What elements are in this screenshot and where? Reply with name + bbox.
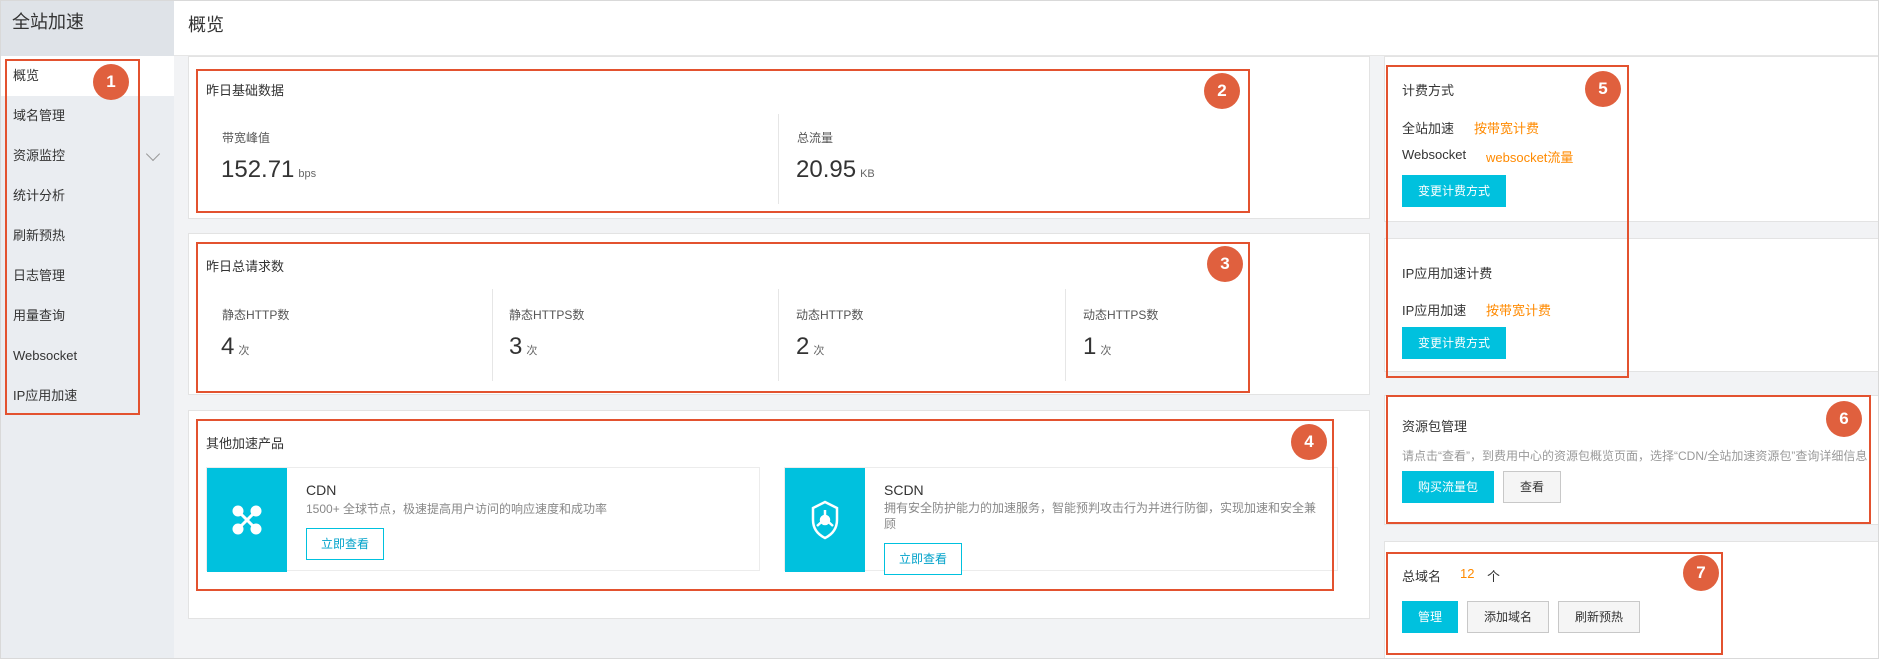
divider bbox=[1065, 289, 1066, 381]
total-traffic-value: 20.95 KB bbox=[796, 156, 875, 184]
annotation-badge-5: 5 bbox=[1585, 71, 1621, 107]
annotation-badge-2: 2 bbox=[1204, 73, 1240, 109]
static-http-unit: 次 bbox=[238, 345, 250, 357]
other-products-card: 其他加速产品 CDN 1500+ 全球节点，极速提高用户访问的响应速度和成功率 … bbox=[188, 410, 1370, 619]
billing-card: 计费方式 全站加速 按带宽计费 Websocket websocket流量 变更… bbox=[1384, 56, 1879, 222]
yesterday-basic-title: 昨日基础数据 bbox=[206, 83, 285, 98]
total-traffic-unit: KB bbox=[860, 168, 875, 180]
divider bbox=[778, 289, 779, 381]
annotation-badge-4: 4 bbox=[1291, 424, 1327, 460]
static-https-unit: 次 bbox=[526, 345, 538, 357]
annotation-badge-6: 6 bbox=[1826, 401, 1862, 437]
bandwidth-peak-unit: bps bbox=[298, 168, 317, 180]
scdn-view-button[interactable]: 立即查看 bbox=[884, 543, 963, 575]
static-http-number: 4 bbox=[221, 333, 235, 360]
ip-billing-card: IP应用加速计费 IP应用加速 按带宽计费 变更计费方式 bbox=[1384, 238, 1879, 372]
ip-billing-title: IP应用加速计费 bbox=[1402, 266, 1493, 281]
change-ip-billing-button[interactable]: 变更计费方式 bbox=[1402, 327, 1507, 359]
scdn-product-icon bbox=[785, 468, 865, 572]
static-http-value: 4次 bbox=[221, 333, 249, 361]
dynamic-https-label: 动态HTTPS数 bbox=[1083, 308, 1159, 322]
ip-billing-value: 按带宽计费 bbox=[1486, 303, 1552, 318]
resource-pack-hint: 请点击“查看”，到费用中心的资源包概览页面，选择“CDN/全站加速资源包”查询详… bbox=[1402, 449, 1868, 463]
product-scdn: SCDN 拥有安全防护能力的加速服务，智能预判攻击行为并进行防御，实现加速和安全… bbox=[784, 467, 1338, 575]
network-nodes-icon bbox=[232, 505, 262, 535]
divider bbox=[492, 289, 493, 381]
dynamic-http-unit: 次 bbox=[813, 345, 825, 357]
sidebar-item-refresh-preload[interactable]: 刷新预热 bbox=[0, 216, 174, 256]
sidebar-item-ip-acceleration[interactable]: IP应用加速 bbox=[0, 376, 174, 416]
annotation-badge-3: 3 bbox=[1207, 246, 1243, 282]
total-domains-label: 总域名 bbox=[1402, 569, 1442, 584]
resource-pack-card: 资源包管理 请点击“查看”，到费用中心的资源包概览页面，选择“CDN/全站加速资… bbox=[1384, 395, 1879, 525]
security-shield-icon bbox=[811, 500, 839, 540]
sidebar-item-statistics[interactable]: 统计分析 bbox=[0, 176, 174, 216]
bandwidth-peak-value: 152.71 bps bbox=[221, 156, 316, 184]
cdn-view-button[interactable]: 立即查看 bbox=[306, 528, 385, 560]
total-traffic-number: 20.95 bbox=[796, 156, 857, 183]
yesterday-requests-card: 昨日总请求数 静态HTTP数 4次 静态HTTPS数 3次 动态HTTP数 2次… bbox=[188, 233, 1370, 395]
sidebar-item-websocket[interactable]: Websocket bbox=[0, 336, 174, 376]
billing-value-websocket: websocket流量 bbox=[1486, 150, 1574, 165]
total-domains-unit: 个 bbox=[1487, 569, 1501, 584]
sidebar: 全站加速 概览 域名管理 资源监控 统计分析 刷新预热 日志管理 用量查询 We… bbox=[0, 0, 174, 659]
dynamic-https-number: 1 bbox=[1083, 333, 1097, 360]
sidebar-item-usage-query[interactable]: 用量查询 bbox=[0, 296, 174, 336]
static-https-label: 静态HTTPS数 bbox=[509, 308, 585, 322]
total-traffic-label: 总流量 bbox=[797, 131, 834, 145]
change-billing-button[interactable]: 变更计费方式 bbox=[1402, 175, 1507, 207]
yesterday-requests-title: 昨日总请求数 bbox=[206, 259, 285, 274]
divider bbox=[778, 114, 779, 204]
sidebar-title: 全站加速 bbox=[0, 0, 174, 56]
yesterday-basic-card: 昨日基础数据 带宽峰值 152.71 bps 总流量 20.95 KB bbox=[188, 56, 1370, 219]
buy-traffic-pack-button[interactable]: 购买流量包 bbox=[1402, 471, 1495, 503]
cdn-name: CDN bbox=[306, 482, 337, 498]
static-https-number: 3 bbox=[509, 333, 523, 360]
dynamic-https-unit: 次 bbox=[1100, 345, 1112, 357]
topbar: 概览 bbox=[174, 0, 1879, 56]
scdn-name: SCDN bbox=[884, 482, 924, 498]
view-resource-pack-button[interactable]: 查看 bbox=[1503, 471, 1562, 503]
billing-value-full-site: 按带宽计费 bbox=[1474, 121, 1540, 136]
add-domain-button[interactable]: 添加域名 bbox=[1467, 601, 1550, 633]
billing-label-full-site: 全站加速 bbox=[1402, 121, 1455, 136]
static-https-value: 3次 bbox=[509, 333, 537, 361]
annotation-badge-7: 7 bbox=[1683, 555, 1719, 591]
sidebar-item-log-management[interactable]: 日志管理 bbox=[0, 256, 174, 296]
product-cdn: CDN 1500+ 全球节点，极速提高用户访问的响应速度和成功率 立即查看 bbox=[206, 467, 760, 572]
ip-billing-label: IP应用加速 bbox=[1402, 303, 1467, 318]
cdn-product-icon bbox=[207, 468, 287, 572]
total-domains-count: 12 bbox=[1460, 566, 1475, 581]
dynamic-http-number: 2 bbox=[796, 333, 810, 360]
sidebar-item-domain-management[interactable]: 域名管理 bbox=[0, 96, 174, 136]
resource-pack-title: 资源包管理 bbox=[1402, 419, 1468, 434]
dynamic-https-value: 1次 bbox=[1083, 333, 1111, 361]
page-title: 概览 bbox=[188, 15, 224, 35]
dynamic-http-label: 动态HTTP数 bbox=[796, 308, 864, 322]
dynamic-http-value: 2次 bbox=[796, 333, 824, 361]
other-products-title: 其他加速产品 bbox=[206, 436, 285, 451]
manage-domains-button[interactable]: 管理 bbox=[1402, 601, 1459, 633]
domains-card: 总域名 12 个 管理 添加域名 刷新预热 bbox=[1384, 541, 1879, 659]
scdn-description: 拥有安全防护能力的加速服务，智能预判攻击行为并进行防御，实现加速和安全兼顾 bbox=[884, 501, 1317, 531]
cdn-description: 1500+ 全球节点，极速提高用户访问的响应速度和成功率 bbox=[306, 502, 608, 516]
billing-title: 计费方式 bbox=[1402, 83, 1455, 98]
refresh-preload-button[interactable]: 刷新预热 bbox=[1558, 601, 1641, 633]
sidebar-item-overview[interactable]: 概览 bbox=[0, 56, 174, 96]
billing-label-websocket: Websocket bbox=[1402, 147, 1467, 162]
bandwidth-peak-label: 带宽峰值 bbox=[222, 131, 271, 145]
annotation-badge-1: 1 bbox=[93, 64, 129, 100]
static-http-label: 静态HTTP数 bbox=[222, 308, 290, 322]
bandwidth-peak-number: 152.71 bbox=[221, 156, 295, 183]
